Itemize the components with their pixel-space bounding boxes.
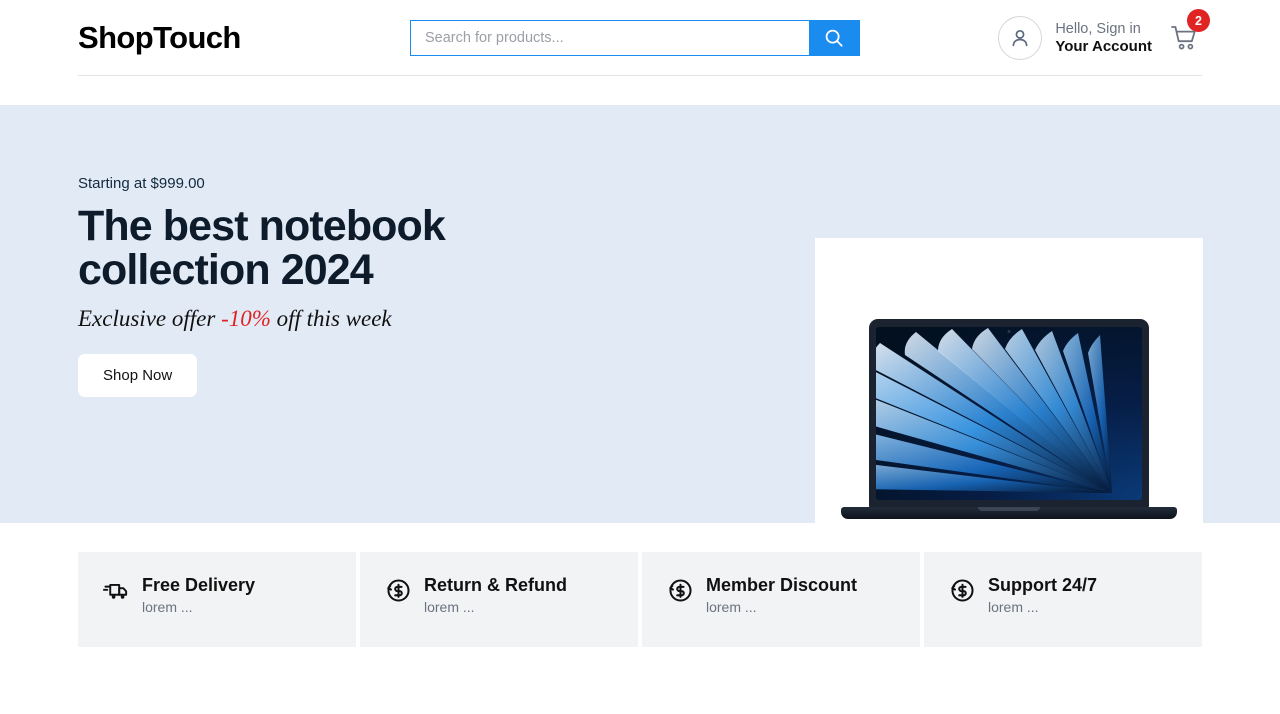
- hero-price-eyebrow: Starting at $999.00: [78, 175, 205, 192]
- account-name: Your Account: [1055, 37, 1152, 55]
- cart-button[interactable]: 2: [1168, 9, 1210, 55]
- feature-title: Member Discount: [706, 575, 858, 595]
- feature-card-member-discount[interactable]: Member Discount lorem ...: [642, 552, 920, 647]
- feature-text: Member Discount lorem ...: [706, 574, 857, 615]
- refund-dollar-icon: [948, 576, 976, 604]
- hero-product-card[interactable]: [815, 238, 1203, 600]
- feature-title: Support 24/7: [988, 575, 1098, 595]
- feature-card-return-refund[interactable]: Return & Refund lorem ...: [360, 552, 638, 647]
- site-logo[interactable]: ShopTouch: [78, 20, 241, 56]
- search-icon: [825, 29, 843, 47]
- hero-subtitle: Exclusive offer -10% off this week: [78, 306, 698, 332]
- feature-desc: lorem ...: [706, 599, 757, 615]
- feature-desc: lorem ...: [424, 599, 475, 615]
- hero-subtitle-suffix: off this week: [270, 306, 392, 331]
- shop-now-button[interactable]: Shop Now: [78, 354, 198, 397]
- search-bar: [410, 20, 860, 56]
- laptop-base: [841, 507, 1177, 519]
- refund-dollar-icon: [384, 576, 412, 604]
- laptop-lid: [869, 319, 1149, 509]
- laptop-camera-icon: [1007, 330, 1011, 333]
- feature-card-free-delivery[interactable]: Free Delivery lorem ...: [78, 552, 356, 647]
- feature-text: Free Delivery lorem ...: [142, 574, 255, 615]
- feature-title: Return & Refund: [424, 575, 567, 595]
- macbook-air-image: [841, 319, 1177, 519]
- feature-text: Return & Refund lorem ...: [424, 574, 567, 615]
- search-input[interactable]: [411, 21, 809, 55]
- avatar[interactable]: [998, 16, 1043, 60]
- feature-desc: lorem ...: [142, 599, 193, 615]
- cart-count-badge: 2: [1187, 9, 1210, 32]
- delivery-truck-icon: [102, 576, 130, 604]
- wallpaper-fan-graphic: [876, 327, 1142, 500]
- feature-text: Support 24/7 lorem ...: [988, 574, 1097, 615]
- feature-strip: Free Delivery lorem ... Return & Refund …: [0, 552, 1280, 647]
- header-divider: [78, 75, 1202, 76]
- laptop-screen: [876, 327, 1142, 500]
- hero-title-line-2: collection 2024: [78, 246, 374, 294]
- account-greeting: Hello, Sign in: [1055, 20, 1141, 37]
- hero-copy: Starting at $999.00 The best notebook co…: [78, 175, 698, 397]
- refund-dollar-icon: [666, 576, 694, 604]
- feature-desc: lorem ...: [988, 599, 1039, 615]
- hero-title-line-1: The best notebook: [78, 202, 446, 250]
- account-area: Hello, Sign in Your Account 2: [998, 9, 1210, 63]
- user-avatar-icon: [1012, 29, 1028, 47]
- account-labels[interactable]: Hello, Sign in Your Account: [1055, 20, 1152, 57]
- feature-title: Free Delivery: [142, 575, 256, 595]
- search-button[interactable]: [809, 21, 859, 55]
- hero-subtitle-prefix: Exclusive offer: [78, 306, 222, 331]
- hero-banner: Starting at $999.00 The best notebook co…: [0, 105, 1280, 600]
- hero-title: The best notebook collection 2024: [78, 204, 698, 292]
- hero-discount-value: -10%: [221, 306, 271, 331]
- site-header: ShopTouch Hello, Sign in Your Account: [0, 0, 1280, 105]
- feature-card-support[interactable]: Support 24/7 lorem ...: [924, 552, 1202, 647]
